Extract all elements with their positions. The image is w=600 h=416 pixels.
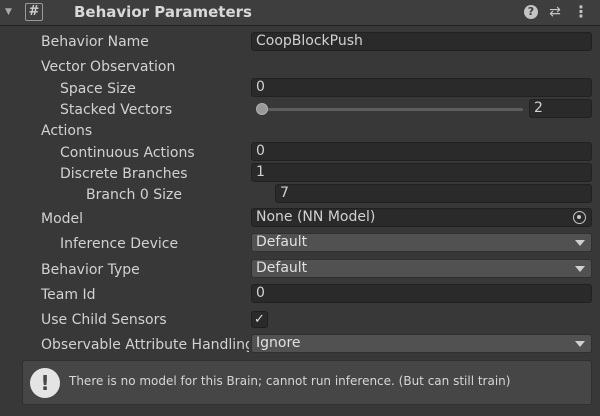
inference-device-value: Default	[256, 234, 308, 250]
behavior-name-input[interactable]: CoopBlockPush	[251, 32, 592, 51]
team-id-label: Team Id	[41, 287, 96, 303]
context-menu-icon[interactable]: ⋮	[573, 4, 589, 20]
behavior-type-value: Default	[256, 260, 308, 276]
stacked-vectors-label: Stacked Vectors	[60, 102, 173, 118]
vector-observation-label: Vector Observation	[41, 59, 176, 75]
model-label: Model	[41, 211, 84, 227]
behavior-type-label: Behavior Type	[41, 262, 140, 278]
dropdown-arrow-icon	[575, 266, 585, 272]
stacked-vectors-slider-track[interactable]	[257, 108, 523, 111]
inference-device-dropdown[interactable]: Default	[251, 233, 592, 252]
observable-attribute-handling-dropdown[interactable]: Ignore	[251, 334, 592, 353]
continuous-actions-input[interactable]: 0	[251, 142, 592, 161]
stacked-vectors-slider-thumb[interactable]	[256, 103, 268, 115]
discrete-branches-input[interactable]: 1	[251, 163, 592, 182]
model-object-field[interactable]: None (NN Model)	[251, 208, 592, 227]
component-title: Behavior Parameters	[74, 3, 252, 21]
space-size-label: Space Size	[60, 81, 136, 97]
inference-device-label: Inference Device	[60, 236, 179, 252]
actions-label: Actions	[41, 123, 93, 139]
component-header[interactable]: ▼ # Behavior Parameters ? ⇄ ⋮	[0, 0, 600, 26]
warning-icon: !	[30, 368, 60, 398]
team-id-input[interactable]: 0	[251, 284, 592, 303]
foldout-arrow-icon[interactable]: ▼	[5, 7, 12, 17]
warning-helpbox: ! There is no model for this Brain; cann…	[22, 360, 592, 405]
script-icon: #	[25, 3, 43, 21]
help-icon[interactable]: ?	[524, 5, 538, 19]
behavior-name-label: Behavior Name	[41, 34, 149, 50]
observable-attribute-handling-label: Observable Attribute Handling	[41, 337, 249, 353]
behavior-type-dropdown[interactable]: Default	[251, 259, 592, 278]
warning-message: There is no model for this Brain; cannot…	[69, 374, 511, 388]
object-picker-icon[interactable]	[573, 211, 586, 224]
checkmark-icon: ✓	[254, 312, 265, 327]
observable-attribute-handling-value: Ignore	[256, 335, 301, 351]
presets-icon[interactable]: ⇄	[547, 4, 563, 20]
continuous-actions-label: Continuous Actions	[60, 145, 195, 161]
branch-0-size-label: Branch 0 Size	[86, 187, 182, 203]
use-child-sensors-checkbox[interactable]: ✓	[251, 311, 268, 328]
stacked-vectors-input[interactable]: 2	[529, 99, 592, 118]
dropdown-arrow-icon	[575, 341, 585, 347]
branch-0-size-input[interactable]: 7	[275, 184, 592, 203]
discrete-branches-label: Discrete Branches	[60, 166, 188, 182]
model-value: None (NN Model)	[256, 209, 376, 225]
dropdown-arrow-icon	[575, 240, 585, 246]
space-size-input[interactable]: 0	[251, 78, 592, 97]
use-child-sensors-label: Use Child Sensors	[41, 312, 167, 328]
